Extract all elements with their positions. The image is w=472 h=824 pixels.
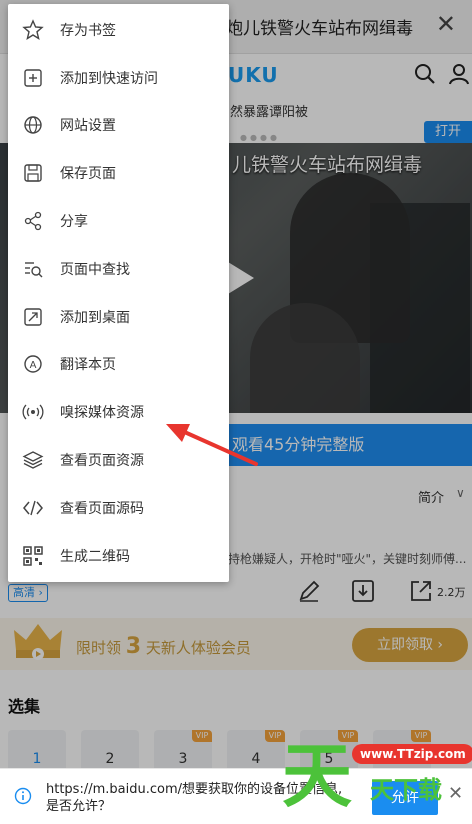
menu-item-label: 查看页面源码 <box>60 500 144 517</box>
menu-item[interactable]: 网站设置 <box>8 102 229 150</box>
watermark-glyph: 天 <box>282 735 352 817</box>
share-icon <box>22 210 44 232</box>
menu-item[interactable]: 生成二维码 <box>8 532 229 580</box>
browser-menu: 存为书签添加到快速访问 网站设置保存页面分享页面中查找添加到桌面 A 翻译本页嗅探媒体… <box>8 4 229 582</box>
qr-code-icon <box>22 545 44 567</box>
menu-item-label: 嗅探媒体资源 <box>60 405 144 422</box>
code-icon <box>22 497 44 519</box>
menu-item[interactable]: 查看页面源码 <box>8 484 229 532</box>
menu-item-label: 查看页面资源 <box>60 453 144 470</box>
add-to-desktop-icon <box>22 306 44 328</box>
menu-item-label: 页面中查找 <box>60 261 130 278</box>
globe-icon <box>22 114 44 136</box>
menu-item[interactable]: 添加到桌面 <box>8 293 229 341</box>
menu-item-label: 分享 <box>60 214 88 231</box>
red-arrow-annotation <box>166 424 258 466</box>
watermark-url: www.TTzip.com <box>352 744 472 764</box>
watermark-name: 天下载 <box>370 776 442 804</box>
menu-item-label: 翻译本页 <box>60 357 116 374</box>
menu-item-label: 保存页面 <box>60 166 116 183</box>
menu-item-label: 网站设置 <box>60 118 116 135</box>
menu-item[interactable]: 保存页面 <box>8 149 229 197</box>
menu-item[interactable]: 分享 <box>8 197 229 245</box>
menu-item-label: 生成二维码 <box>60 548 130 565</box>
layers-icon <box>22 449 44 471</box>
menu-item[interactable]: 添加到快速访问 <box>8 54 229 102</box>
watermark: 天 www.TTzip.com 天下载 <box>282 736 472 824</box>
find-in-page-icon <box>22 258 44 280</box>
info-icon <box>14 787 32 805</box>
menu-item[interactable]: 页面中查找 <box>8 245 229 293</box>
save-icon <box>22 162 44 184</box>
menu-item[interactable]: A 翻译本页 <box>8 341 229 389</box>
media-sniff-icon <box>22 401 44 423</box>
translate-icon: A <box>22 353 44 375</box>
svg-text:A: A <box>30 360 37 371</box>
star-icon <box>22 19 44 41</box>
menu-item-label: 添加到快速访问 <box>60 70 158 87</box>
add-square-icon <box>22 67 44 89</box>
menu-item[interactable]: 存为书签 <box>8 6 229 54</box>
menu-item-label: 添加到桌面 <box>60 309 130 326</box>
menu-item-label: 存为书签 <box>60 22 116 39</box>
